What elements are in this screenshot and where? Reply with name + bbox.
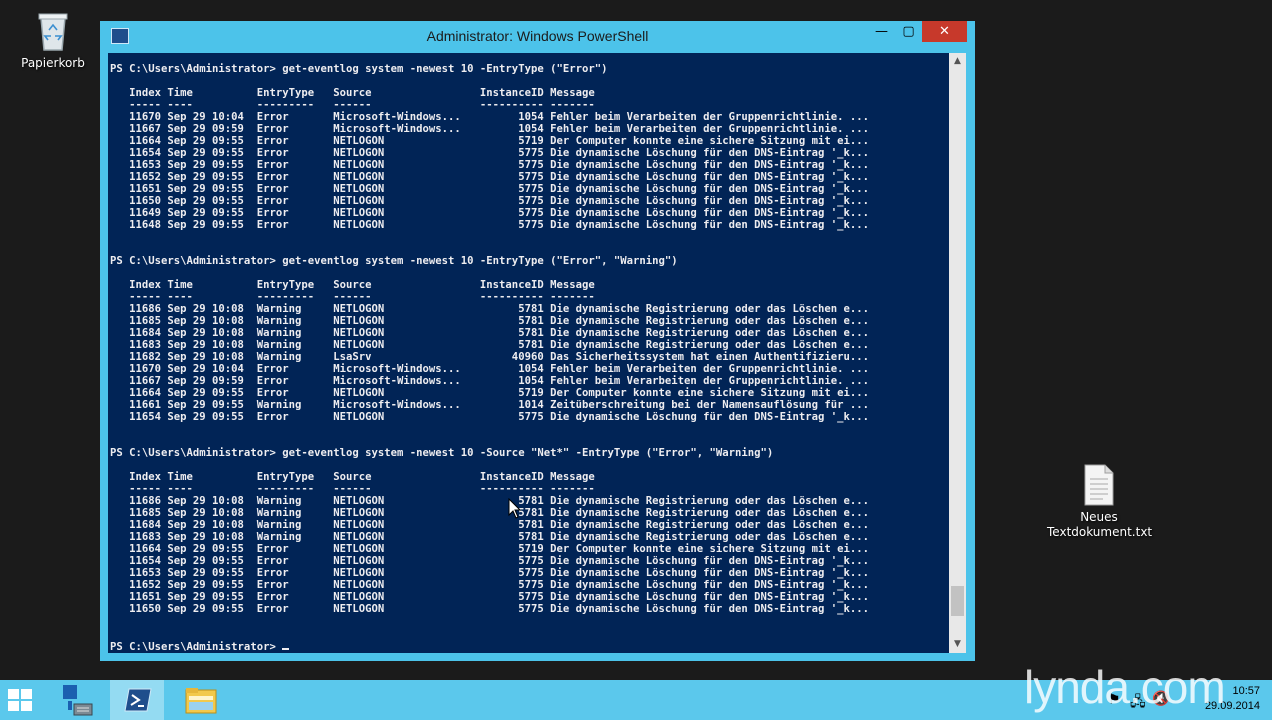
console-line: 11686 Sep 29 10:08 Warning NETLOGON 5781… [110,303,869,315]
console-line: 11685 Sep 29 10:08 Warning NETLOGON 5781… [110,315,869,327]
console-line: 11649 Sep 29 09:55 Error NETLOGON 5775 D… [110,207,869,219]
console-line: PS C:\Users\Administrator> [110,639,869,653]
scroll-down-arrow-icon[interactable]: ▼ [949,636,966,653]
close-button[interactable]: ✕ [922,21,967,42]
recycle-bin-shortcut[interactable]: Papierkorb [8,8,98,71]
console-line: 11667 Sep 29 09:59 Error Microsoft-Windo… [110,375,869,387]
console-line: 11685 Sep 29 10:08 Warning NETLOGON 5781… [110,507,869,519]
powershell-taskbar-button[interactable] [110,680,164,720]
console-line: 11661 Sep 29 09:55 Warning Microsoft-Win… [110,399,869,411]
console-line: 11664 Sep 29 09:55 Error NETLOGON 5719 D… [110,387,869,399]
console-line: 11684 Sep 29 10:08 Warning NETLOGON 5781… [110,327,869,339]
lynda-watermark: lynda.com [1024,661,1226,713]
console-line: 11652 Sep 29 09:55 Error NETLOGON 5775 D… [110,579,869,591]
file-explorer-button[interactable] [174,680,228,720]
maximize-button[interactable]: ▢ [895,21,922,42]
console-line: 11664 Sep 29 09:55 Error NETLOGON 5719 D… [110,543,869,555]
start-icon [8,689,32,711]
console-line: 11651 Sep 29 09:55 Error NETLOGON 5775 D… [110,591,869,603]
console-line: ----- ---- --------- ------ ---------- -… [110,291,595,303]
scrollbar-thumb[interactable] [951,586,964,616]
console-line: Index Time EntryType Source InstanceID M… [110,279,595,291]
console-line: 11650 Sep 29 09:55 Error NETLOGON 5775 D… [110,603,869,615]
console-line: 11670 Sep 29 10:04 Error Microsoft-Windo… [110,363,869,375]
server-manager-icon [63,685,93,716]
console-line: 11686 Sep 29 10:08 Warning NETLOGON 5781… [110,495,869,507]
console-line: 11650 Sep 29 09:55 Error NETLOGON 5775 D… [110,195,869,207]
console-line: 11652 Sep 29 09:55 Error NETLOGON 5775 D… [110,171,869,183]
window-titlebar[interactable]: Administrator: Windows PowerShell — ▢ ✕ [100,21,975,53]
vertical-scrollbar[interactable]: ▲ ▼ [949,53,966,653]
text-document-label-line1: Neues [1080,510,1118,524]
console-line: 11667 Sep 29 09:59 Error Microsoft-Windo… [110,123,869,135]
server-manager-button[interactable] [52,680,106,720]
text-file-icon [1083,464,1115,506]
console-line: PS C:\Users\Administrator> get-eventlog … [110,63,608,75]
console-line: 11654 Sep 29 09:55 Error NETLOGON 5775 D… [110,411,869,423]
console-line: Index Time EntryType Source InstanceID M… [110,471,595,483]
console-line: 11651 Sep 29 09:55 Error NETLOGON 5775 D… [110,183,869,195]
recycle-bin-label: Papierkorb [21,56,85,70]
console-line: ----- ---- --------- ------ ---------- -… [110,99,595,111]
console-line: ----- ---- --------- ------ ---------- -… [110,483,595,495]
powershell-icon [124,688,152,712]
console-line: 11654 Sep 29 09:55 Error NETLOGON 5775 D… [110,147,869,159]
recycle-bin-icon [36,8,70,52]
minimize-button[interactable]: — [868,21,895,42]
powershell-window: Administrator: Windows PowerShell — ▢ ✕ … [100,21,975,661]
text-document-label-line2: Textdokument.txt [1047,525,1153,539]
text-document-shortcut[interactable]: Neues Textdokument.txt [1047,464,1153,540]
console-line: 11653 Sep 29 09:55 Error NETLOGON 5775 D… [110,159,869,171]
file-explorer-icon [185,688,217,714]
console-line: 11653 Sep 29 09:55 Error NETLOGON 5775 D… [110,567,869,579]
console-line: 11648 Sep 29 09:55 Error NETLOGON 5775 D… [110,219,869,231]
console-line: 11683 Sep 29 10:08 Warning NETLOGON 5781… [110,531,869,543]
console-line: 11682 Sep 29 10:08 Warning LsaSrv 40960 … [110,351,869,363]
console-text: PS C:\Users\Administrator> get-eventlog … [110,63,869,653]
console-line: 11683 Sep 29 10:08 Warning NETLOGON 5781… [110,339,869,351]
console-line: Index Time EntryType Source InstanceID M… [110,87,595,99]
scroll-up-arrow-icon[interactable]: ▲ [949,53,966,70]
window-title: Administrator: Windows PowerShell [426,28,649,44]
start-button[interactable] [0,680,54,720]
console-output[interactable]: PS C:\Users\Administrator> get-eventlog … [108,53,949,653]
console-line: 11654 Sep 29 09:55 Error NETLOGON 5775 D… [110,555,869,567]
console-line: 11684 Sep 29 10:08 Warning NETLOGON 5781… [110,519,869,531]
text-cursor [282,639,290,650]
console-line: 11670 Sep 29 10:04 Error Microsoft-Windo… [110,111,869,123]
console-line: 11664 Sep 29 09:55 Error NETLOGON 5719 D… [110,135,869,147]
console-line: PS C:\Users\Administrator> get-eventlog … [110,255,678,267]
mouse-pointer-icon [508,498,522,519]
console-line: PS C:\Users\Administrator> get-eventlog … [110,447,774,459]
